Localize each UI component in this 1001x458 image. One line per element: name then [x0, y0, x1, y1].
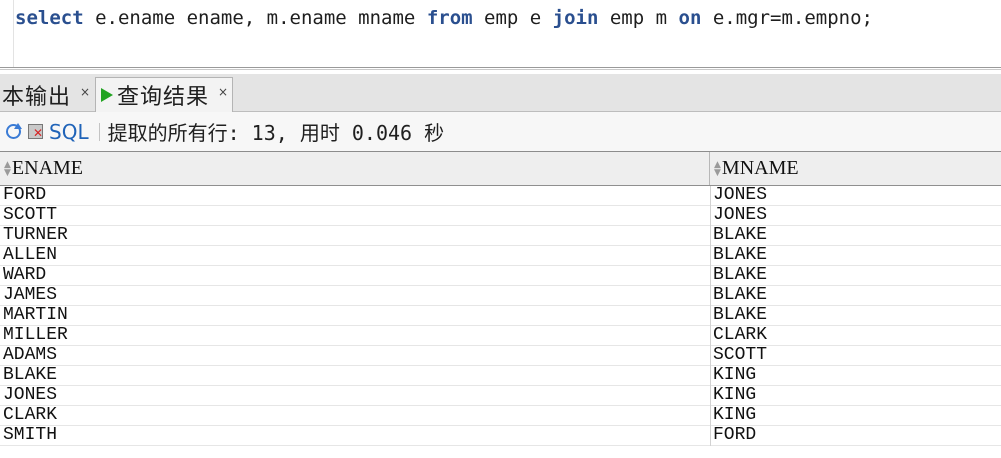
cell-mname[interactable]: BLAKE	[713, 266, 767, 285]
column-divider	[710, 206, 711, 226]
cell-mname[interactable]: KING	[713, 386, 756, 405]
column-divider	[710, 306, 711, 326]
grid-rows: FORD JONES SCOTT JONES TURNER BLAKE ALLEN BLAKE…	[0, 186, 1001, 446]
table-row[interactable]: SMITH FORD	[0, 426, 1001, 446]
cell-mname[interactable]: BLAKE	[713, 246, 767, 265]
tab-script-output-label: 本输出	[2, 84, 72, 110]
result-toolbar: SQL 提取的所有行: 13, 用时 0.046 秒	[0, 112, 1001, 152]
sql-keyword: select	[15, 7, 84, 29]
cell-ename[interactable]: MARTIN	[3, 306, 68, 325]
cell-ename[interactable]: CLARK	[3, 406, 57, 425]
column-divider	[710, 386, 711, 406]
cell-ename[interactable]: ALLEN	[3, 246, 57, 265]
cell-mname[interactable]: FORD	[713, 426, 756, 445]
column-divider	[710, 286, 711, 306]
tab-script-output[interactable]: 本输出 ×	[0, 77, 94, 112]
editor-divider	[0, 67, 1001, 68]
sql-keyword: from	[426, 7, 473, 29]
table-row[interactable]: JONES KING	[0, 386, 1001, 406]
table-row[interactable]: BLAKE KING	[0, 366, 1001, 386]
sql-text: e.ename ename, m.ename mname	[83, 7, 427, 29]
column-divider	[710, 426, 711, 446]
cell-ename[interactable]: BLAKE	[3, 366, 57, 385]
column-divider	[710, 186, 711, 206]
close-icon[interactable]: ×	[218, 85, 228, 99]
tab-query-result[interactable]: 查询结果 ×	[95, 77, 233, 112]
table-row[interactable]: CLARK KING	[0, 406, 1001, 426]
table-row[interactable]: WARD BLAKE	[0, 266, 1001, 286]
table-row[interactable]: JAMES BLAKE	[0, 286, 1001, 306]
cell-ename[interactable]: SMITH	[3, 426, 57, 445]
run-icon	[101, 88, 113, 102]
cell-mname[interactable]: BLAKE	[713, 286, 767, 305]
cell-ename[interactable]: TURNER	[3, 226, 68, 245]
cancel-fetch-icon[interactable]	[28, 124, 43, 139]
column-divider	[710, 226, 711, 246]
cell-mname[interactable]: KING	[713, 406, 756, 425]
tab-query-result-label: 查询结果	[117, 85, 210, 110]
sql-text: emp e	[472, 7, 553, 29]
cell-mname[interactable]: JONES	[713, 186, 767, 205]
cell-mname[interactable]: BLAKE	[713, 306, 767, 325]
column-header-mname[interactable]: ▲ ▼ MNAME	[710, 152, 1001, 185]
refresh-icon[interactable]	[6, 123, 22, 139]
splitter-handle[interactable]	[0, 69, 1001, 70]
table-row[interactable]: ALLEN BLAKE	[0, 246, 1001, 266]
sql-keyword: join	[552, 7, 599, 29]
column-divider	[710, 266, 711, 286]
cell-mname[interactable]: JONES	[713, 206, 767, 225]
sort-icon: ▲ ▼	[4, 159, 11, 178]
result-grid[interactable]: ▲ ▼ ENAME ▲ ▼ MNAME FORD JONES SCOTT JONES TUR…	[0, 152, 1001, 458]
cell-ename[interactable]: JAMES	[3, 286, 57, 305]
sql-keyword: on	[678, 7, 702, 29]
grid-header: ▲ ▼ ENAME ▲ ▼ MNAME	[0, 152, 1001, 186]
table-row[interactable]: SCOTT JONES	[0, 206, 1001, 226]
table-row[interactable]: TURNER BLAKE	[0, 226, 1001, 246]
column-title: MNAME	[721, 157, 799, 179]
sql-text: emp m	[598, 7, 679, 29]
cell-mname[interactable]: KING	[713, 366, 756, 385]
column-divider	[710, 346, 711, 366]
column-title: ENAME	[11, 157, 84, 179]
cell-mname[interactable]: CLARK	[713, 326, 767, 345]
cell-ename[interactable]: SCOTT	[3, 206, 57, 225]
sort-icon: ▲ ▼	[714, 159, 721, 178]
fetch-status: 提取的所有行: 13, 用时 0.046 秒	[107, 121, 445, 145]
cell-ename[interactable]: MILLER	[3, 326, 68, 345]
editor-gutter	[13, 0, 14, 68]
cell-ename[interactable]: WARD	[3, 266, 46, 285]
table-row[interactable]: FORD JONES	[0, 186, 1001, 206]
column-divider	[710, 326, 711, 346]
column-header-ename[interactable]: ▲ ▼ ENAME	[0, 152, 710, 185]
column-divider	[710, 246, 711, 266]
cell-ename[interactable]: FORD	[3, 186, 46, 205]
cell-mname[interactable]: SCOTT	[713, 346, 767, 365]
sql-link[interactable]: SQL	[49, 120, 89, 144]
cell-ename[interactable]: ADAMS	[3, 346, 57, 365]
output-tab-strip: 本输出 × 查询结果 ×	[0, 74, 1001, 112]
toolbar-separator	[98, 122, 100, 141]
close-icon[interactable]: ×	[80, 85, 90, 99]
cell-ename[interactable]: JONES	[3, 386, 57, 405]
sql-text: e.mgr=m.empno;	[701, 7, 873, 29]
table-row[interactable]: MARTIN BLAKE	[0, 306, 1001, 326]
sql-editor[interactable]: select e.ename ename, m.ename mname from…	[0, 0, 1001, 68]
cell-mname[interactable]: BLAKE	[713, 226, 767, 245]
column-divider	[710, 366, 711, 386]
sql-code-line[interactable]: select e.ename ename, m.ename mname from…	[15, 6, 873, 30]
table-row[interactable]: ADAMS SCOTT	[0, 346, 1001, 366]
table-row[interactable]: MILLER CLARK	[0, 326, 1001, 346]
column-divider	[710, 406, 711, 426]
